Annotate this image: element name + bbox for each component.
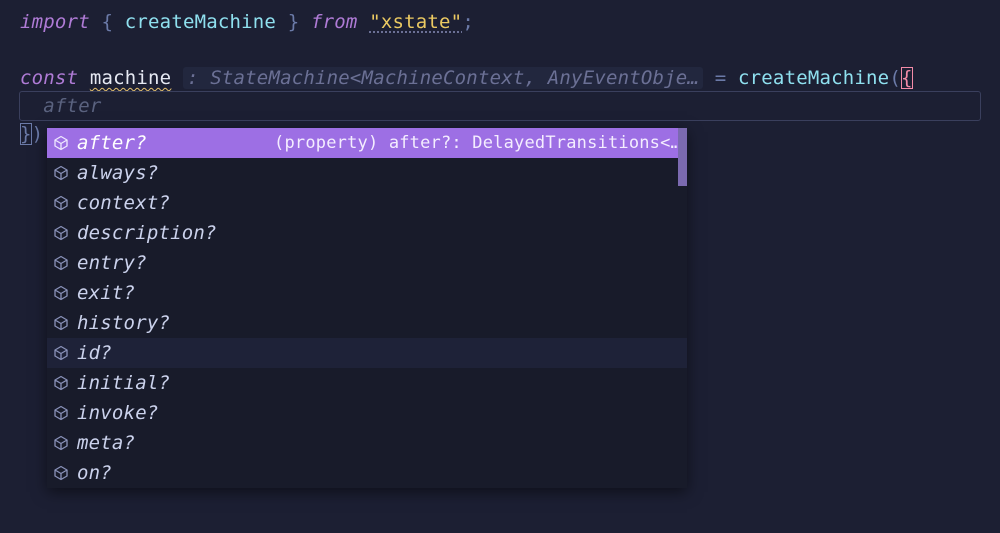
autocomplete-item-label: exit? xyxy=(77,279,135,307)
autocomplete-item-label: meta? xyxy=(77,429,135,457)
autocomplete-item[interactable]: history? xyxy=(47,308,687,338)
property-icon xyxy=(53,195,69,211)
autocomplete-scrollbar[interactable] xyxy=(678,128,687,488)
property-icon xyxy=(53,345,69,361)
autocomplete-item-label: description? xyxy=(77,219,217,247)
keyword-const: const xyxy=(20,67,78,89)
brace-open: { xyxy=(901,67,913,89)
paren-open: ( xyxy=(889,67,901,89)
autocomplete-item-detail: (property) after?: DelayedTransitions<… xyxy=(274,129,681,157)
property-icon xyxy=(53,405,69,421)
brace-close: } xyxy=(288,11,300,33)
operator-equals: = xyxy=(715,67,727,89)
autocomplete-scroll-thumb[interactable] xyxy=(678,128,687,186)
property-icon xyxy=(53,375,69,391)
autocomplete-item[interactable]: on? xyxy=(47,458,687,488)
autocomplete-popup[interactable]: after? (property) after?: DelayedTransiti… xyxy=(47,128,687,488)
property-icon xyxy=(53,285,69,301)
autocomplete-item[interactable]: id? xyxy=(47,338,687,368)
property-icon xyxy=(53,165,69,181)
property-icon xyxy=(53,135,69,151)
autocomplete-item-label: invoke? xyxy=(77,399,158,427)
autocomplete-item-label: initial? xyxy=(77,369,170,397)
autocomplete-item[interactable]: description? xyxy=(47,218,687,248)
property-icon xyxy=(53,435,69,451)
inlay-type-hint: : StateMachine<MachineContext, AnyEventO… xyxy=(183,67,703,89)
property-icon xyxy=(53,255,69,271)
paren-close: ) xyxy=(32,123,44,145)
autocomplete-item-label: on? xyxy=(77,459,112,487)
autocomplete-item[interactable]: exit? xyxy=(47,278,687,308)
semicolon: ; xyxy=(462,11,474,33)
autocomplete-item-label: always? xyxy=(77,159,158,187)
identifier-createMachine: createMachine xyxy=(125,11,276,33)
autocomplete-item[interactable]: meta? xyxy=(47,428,687,458)
autocomplete-item[interactable]: invoke? xyxy=(47,398,687,428)
code-line[interactable]: import { createMachine } from "xstate"; xyxy=(20,8,1000,36)
code-line[interactable]: after xyxy=(20,92,1000,120)
property-icon xyxy=(53,465,69,481)
brace-open: { xyxy=(101,11,113,33)
autocomplete-item[interactable]: initial? xyxy=(47,368,687,398)
string-literal: "xstate" xyxy=(369,11,462,33)
keyword-import: import xyxy=(20,11,90,33)
autocomplete-item-label: after? xyxy=(77,129,147,157)
property-icon xyxy=(53,225,69,241)
code-line[interactable] xyxy=(20,36,1000,64)
autocomplete-item[interactable]: context? xyxy=(47,188,687,218)
property-icon xyxy=(53,315,69,331)
autocomplete-item-label: history? xyxy=(77,309,170,337)
autocomplete-item[interactable]: entry? xyxy=(47,248,687,278)
code-line[interactable]: const machine : StateMachine<MachineCont… xyxy=(20,64,1000,92)
keyword-from: from xyxy=(311,11,358,33)
brace-close: } xyxy=(20,123,32,145)
autocomplete-item[interactable]: always? xyxy=(47,158,687,188)
code-editor[interactable]: import { createMachine } from "xstate"; … xyxy=(0,0,1000,148)
autocomplete-item[interactable]: after? (property) after?: DelayedTransiti… xyxy=(47,128,687,158)
autocomplete-item-label: context? xyxy=(77,189,170,217)
call-createMachine: createMachine xyxy=(738,67,889,89)
autocomplete-item-label: id? xyxy=(77,339,112,367)
ghost-text: after xyxy=(43,95,101,117)
autocomplete-item-label: entry? xyxy=(77,249,147,277)
variable-machine: machine xyxy=(90,67,171,89)
